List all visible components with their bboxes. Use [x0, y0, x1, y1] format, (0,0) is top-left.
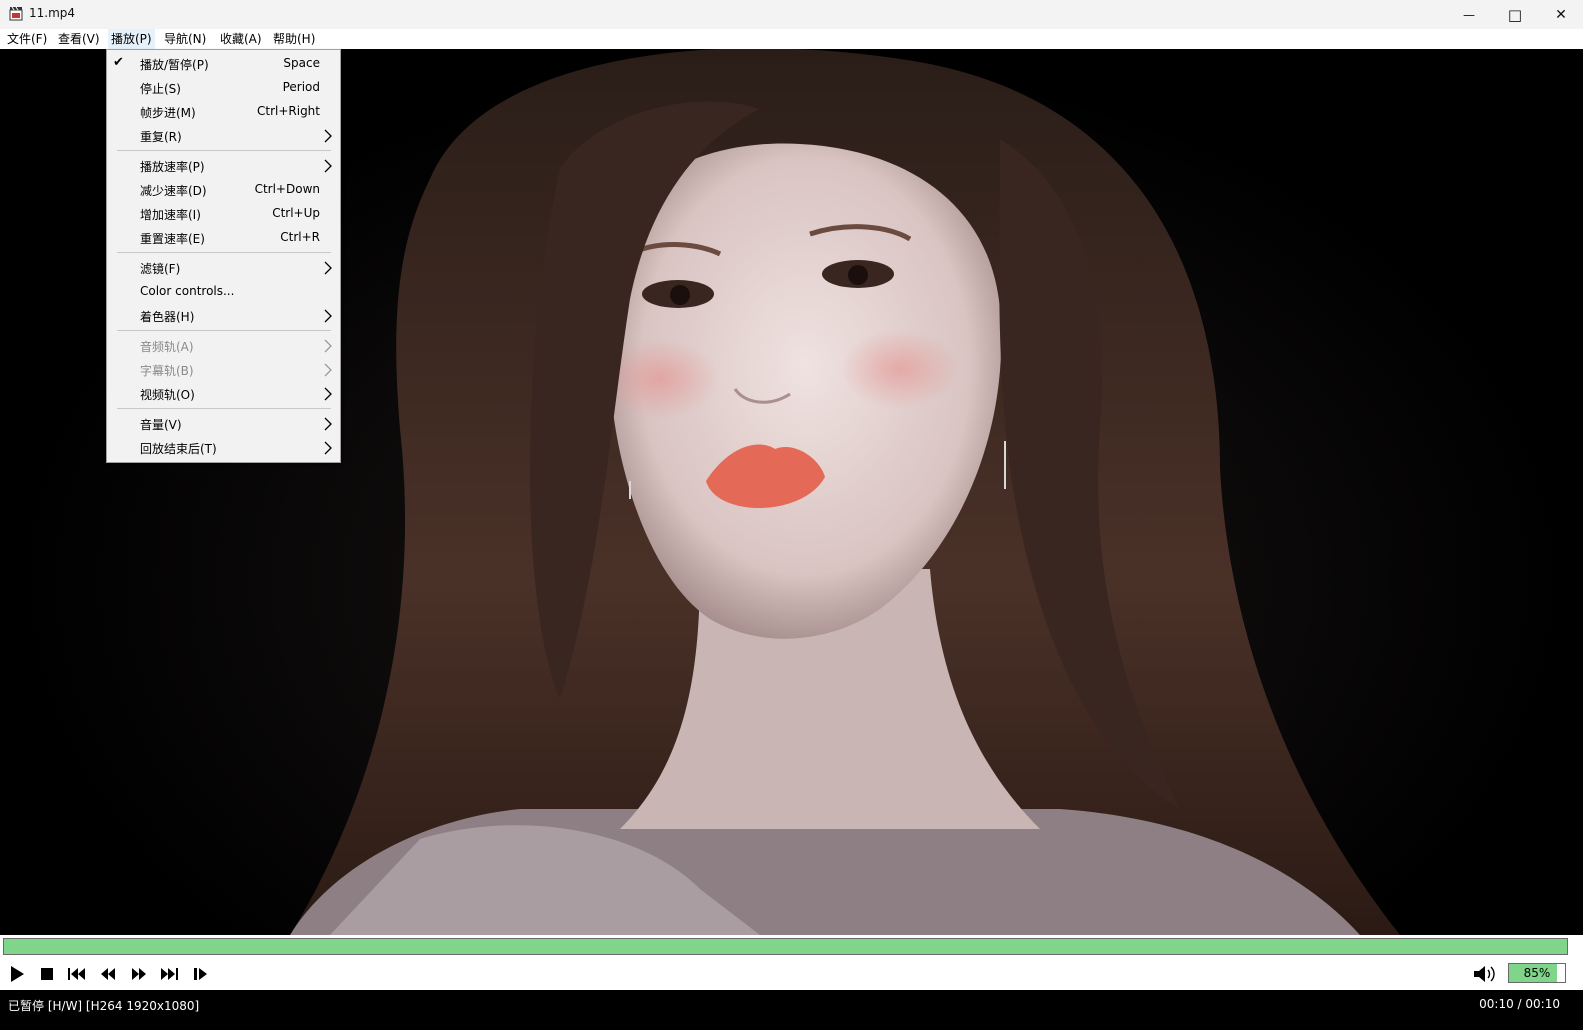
window-title: 11.mp4 — [29, 6, 76, 20]
menu-item-frame-step[interactable]: 帧步进(M) Ctrl+Right — [107, 100, 340, 124]
menu-item-label: 音量(V) — [140, 418, 182, 432]
chevron-right-icon — [324, 339, 332, 353]
menu-item-filters[interactable]: 滤镜(F) — [107, 256, 340, 280]
title-bar: 11.mp4 — □ ✕ — [0, 0, 1583, 29]
menu-item-shortcut: Period — [282, 80, 320, 94]
minimize-button[interactable]: — — [1446, 0, 1492, 29]
chevron-right-icon — [324, 129, 332, 143]
seek-progress-fill — [4, 939, 1567, 954]
menu-favorites[interactable]: 收藏(A) — [217, 29, 265, 49]
status-bar: 已暂停 [H/W] [H264 1920x1080] 00:10 / 00:10 — [0, 990, 1583, 1030]
close-button[interactable]: ✕ — [1538, 0, 1583, 29]
skip-back-icon — [68, 968, 85, 980]
play-icon — [11, 966, 24, 982]
minimize-icon: — — [1463, 7, 1475, 22]
menu-item-shortcut: Ctrl+Right — [256, 104, 320, 118]
checkmark-icon: ✔ — [113, 55, 124, 70]
menu-item-reset-rate[interactable]: 重置速率(E) Ctrl+R — [107, 226, 340, 250]
clapperboard-icon — [9, 6, 23, 21]
chevron-right-icon — [324, 387, 332, 401]
control-bar: 85% — [0, 959, 1583, 990]
menu-item-shortcut: Ctrl+Down — [254, 182, 320, 196]
menu-item-audio-track: 音频轨(A) — [107, 334, 340, 358]
menu-separator — [117, 408, 331, 409]
speaker-icon[interactable] — [1473, 964, 1497, 984]
menu-item-subtitle-track: 字幕轨(B) — [107, 358, 340, 382]
menu-item-playback-rate[interactable]: 播放速率(P) — [107, 154, 340, 178]
volume-slider[interactable]: 85% — [1508, 963, 1566, 983]
menu-item-label: 帧步进(M) — [140, 106, 196, 120]
menu-item-label: 增加速率(I) — [140, 208, 201, 222]
menu-item-label: 着色器(H) — [140, 310, 195, 324]
menu-item-label: 视频轨(O) — [140, 388, 195, 402]
menu-item-shortcut: Ctrl+R — [280, 230, 320, 244]
menu-help[interactable]: 帮助(H) — [270, 29, 318, 49]
menu-separator — [117, 150, 331, 151]
menu-item-after-playback[interactable]: 回放结束后(T) — [107, 436, 340, 460]
menu-separator — [117, 330, 331, 331]
frame-step-button[interactable] — [190, 965, 212, 983]
fast-forward-button[interactable] — [128, 965, 150, 983]
menu-item-label: 回放结束后(T) — [140, 442, 217, 456]
menu-bar: 文件(F) 查看(V) 播放(P) 导航(N) 收藏(A) 帮助(H) — [0, 29, 1583, 49]
chevron-right-icon — [324, 309, 332, 323]
rewind-icon — [101, 968, 115, 980]
seekbar-area — [0, 935, 1583, 959]
menu-item-color-controls[interactable]: Color controls... — [107, 280, 340, 304]
chevron-right-icon — [324, 441, 332, 455]
menu-item-volume[interactable]: 音量(V) — [107, 412, 340, 436]
menu-item-label: 重置速率(E) — [140, 232, 205, 246]
close-icon: ✕ — [1555, 6, 1567, 23]
menu-item-decrease-rate[interactable]: 减少速率(D) Ctrl+Down — [107, 178, 340, 202]
chevron-right-icon — [324, 261, 332, 275]
menu-item-repeat[interactable]: 重复(R) — [107, 124, 340, 148]
menu-item-shortcut: Space — [283, 56, 320, 70]
menu-item-video-track[interactable]: 视频轨(O) — [107, 382, 340, 406]
menu-item-label: 播放/暂停(P) — [140, 58, 209, 72]
skip-forward-icon — [161, 968, 178, 980]
menu-item-play-pause[interactable]: ✔ 播放/暂停(P) Space — [107, 52, 340, 76]
play-button[interactable] — [6, 965, 28, 983]
menu-play[interactable]: 播放(P) — [108, 29, 155, 49]
chevron-right-icon — [324, 159, 332, 173]
frame-step-icon — [194, 968, 207, 980]
menu-navigate[interactable]: 导航(N) — [161, 29, 209, 49]
next-button[interactable] — [158, 965, 180, 983]
menu-item-label: 停止(S) — [140, 82, 181, 96]
menu-item-shortcut: Ctrl+Up — [272, 206, 320, 220]
menu-item-label: 字幕轨(B) — [140, 364, 194, 378]
volume-label: 85% — [1523, 966, 1551, 980]
menu-item-shaders[interactable]: 着色器(H) — [107, 304, 340, 328]
menu-item-label: Color controls... — [140, 284, 235, 298]
rewind-button[interactable] — [97, 965, 119, 983]
maximize-button[interactable]: □ — [1492, 0, 1538, 29]
chevron-right-icon — [324, 363, 332, 377]
chevron-right-icon — [324, 417, 332, 431]
menu-item-label: 播放速率(P) — [140, 160, 205, 174]
fast-forward-icon — [132, 968, 146, 980]
stop-button[interactable] — [36, 965, 58, 983]
previous-button[interactable] — [66, 965, 88, 983]
play-menu-dropdown: ✔ 播放/暂停(P) Space 停止(S) Period 帧步进(M) Ctr… — [106, 49, 341, 463]
time-display: 00:10 / 00:10 — [1479, 997, 1560, 1011]
menu-item-label: 减少速率(D) — [140, 184, 207, 198]
menu-item-label: 音频轨(A) — [140, 340, 194, 354]
menu-file[interactable]: 文件(F) — [4, 29, 50, 49]
menu-item-increase-rate[interactable]: 增加速率(I) Ctrl+Up — [107, 202, 340, 226]
maximize-icon: □ — [1507, 5, 1523, 24]
stop-icon — [41, 968, 53, 980]
menu-item-stop[interactable]: 停止(S) Period — [107, 76, 340, 100]
playback-status: 已暂停 [H/W] [H264 1920x1080] — [8, 999, 200, 1013]
menu-item-label: 重复(R) — [140, 130, 182, 144]
menu-view[interactable]: 查看(V) — [55, 29, 103, 49]
menu-item-label: 滤镜(F) — [140, 262, 181, 276]
menu-separator — [117, 252, 331, 253]
seek-slider[interactable] — [3, 938, 1568, 955]
